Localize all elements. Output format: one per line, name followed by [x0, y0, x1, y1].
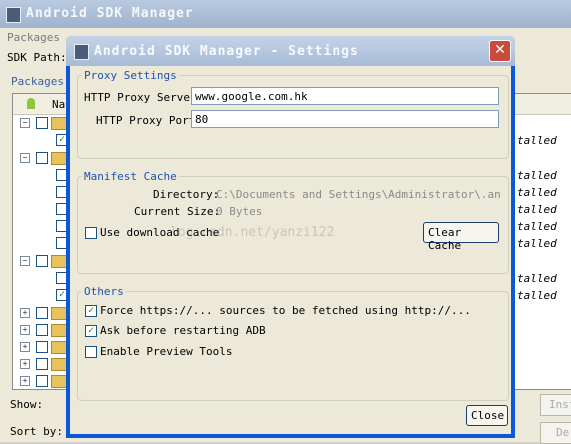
tab-packages-label: Packages [11, 75, 64, 88]
folder-icon [51, 358, 67, 371]
delete-button[interactable]: De [540, 422, 571, 444]
directory-label: Directory: [153, 188, 220, 201]
clear-cache-button[interactable]: Clear Cache [423, 222, 499, 252]
sdk-path-label: SDK Path: [7, 51, 67, 64]
download-icon [74, 44, 89, 60]
install-button-label: Inst [549, 398, 571, 411]
enable-preview-tools-label: Enable Preview Tools [100, 345, 233, 358]
use-download-cache-checkbox[interactable] [85, 227, 97, 239]
row-checkbox[interactable] [36, 255, 48, 267]
main-window-title: Android SDK Manager [26, 6, 194, 21]
install-button[interactable]: Inst [540, 394, 571, 416]
proxy-server-label: HTTP Proxy Server [84, 91, 197, 104]
enable-preview-tools-checkbox[interactable] [85, 346, 97, 358]
expand-toggle[interactable]: − [20, 153, 30, 163]
folder-icon [51, 375, 67, 388]
force-https-checkbox[interactable]: ✓ [85, 305, 97, 317]
status-text: talled [517, 272, 557, 285]
proxy-port-input[interactable]: 80 [191, 110, 499, 128]
close-button[interactable]: Close [466, 405, 508, 426]
row-checkbox[interactable] [36, 375, 48, 387]
tab-packages[interactable]: Packages [5, 72, 65, 90]
close-icon[interactable]: ✕ [489, 40, 511, 62]
sort-by-label: Sort by: [10, 425, 63, 438]
status-text: talled [517, 220, 557, 233]
manifest-cache-title: Manifest Cache [82, 170, 179, 183]
status-text: talled [517, 186, 557, 199]
ask-restart-adb-checkbox[interactable]: ✓ [85, 325, 97, 337]
status-text: talled [517, 134, 557, 147]
row-checkbox[interactable] [36, 117, 48, 129]
status-text: talled [517, 237, 557, 250]
folder-icon [51, 117, 67, 130]
current-size-value: 0 Bytes [216, 205, 263, 218]
dialog-title-bar[interactable]: Android SDK Manager - Settings [66, 36, 515, 66]
dialog-title: Android SDK Manager - Settings [94, 44, 359, 59]
proxy-port-label: HTTP Proxy Port [96, 114, 196, 127]
column-name-header[interactable]: Na [52, 98, 65, 111]
row-checkbox[interactable] [36, 341, 48, 353]
expand-toggle[interactable]: + [20, 376, 30, 386]
close-button-label: Close [471, 409, 505, 422]
main-title-bar: Android SDK Manager [0, 0, 571, 28]
download-icon [6, 7, 21, 23]
folder-icon [51, 341, 67, 354]
clear-cache-label: Clear Cache [428, 226, 462, 252]
show-label: Show: [10, 398, 44, 411]
android-icon [27, 98, 35, 109]
proxy-server-input[interactable]: www.google.com.hk [191, 87, 499, 105]
status-text: talled [517, 289, 557, 302]
row-checkbox[interactable] [36, 358, 48, 370]
current-size-label: Current Size: [134, 205, 221, 218]
proxy-settings-title: Proxy Settings [82, 69, 179, 82]
menu-packages[interactable]: Packages [7, 31, 60, 44]
folder-icon [51, 255, 67, 268]
force-https-label: Force https://... sources to be fetched … [100, 304, 471, 317]
use-download-cache-label: Use download cache [100, 226, 220, 239]
directory-value: C:\Documents and Settings\Administrator\… [216, 188, 500, 201]
ask-restart-adb-label: Ask before restarting ADB [100, 324, 266, 337]
status-text: talled [517, 203, 557, 216]
row-checkbox[interactable] [36, 307, 48, 319]
proxy-port-value: 80 [195, 113, 209, 126]
expand-toggle[interactable]: + [20, 359, 30, 369]
row-checkbox[interactable] [36, 152, 48, 164]
row-checkbox[interactable] [36, 324, 48, 336]
delete-button-label: De [556, 426, 570, 439]
expand-toggle[interactable]: − [20, 118, 30, 128]
proxy-server-value: www.google.com.hk [195, 90, 308, 103]
folder-icon [51, 152, 67, 165]
folder-icon [51, 324, 67, 337]
expand-toggle[interactable]: + [20, 325, 30, 335]
status-text: talled [517, 169, 557, 182]
expand-toggle[interactable]: − [20, 256, 30, 266]
others-title: Others [82, 285, 126, 298]
folder-icon [51, 307, 67, 320]
expand-toggle[interactable]: + [20, 308, 30, 318]
expand-toggle[interactable]: + [20, 342, 30, 352]
